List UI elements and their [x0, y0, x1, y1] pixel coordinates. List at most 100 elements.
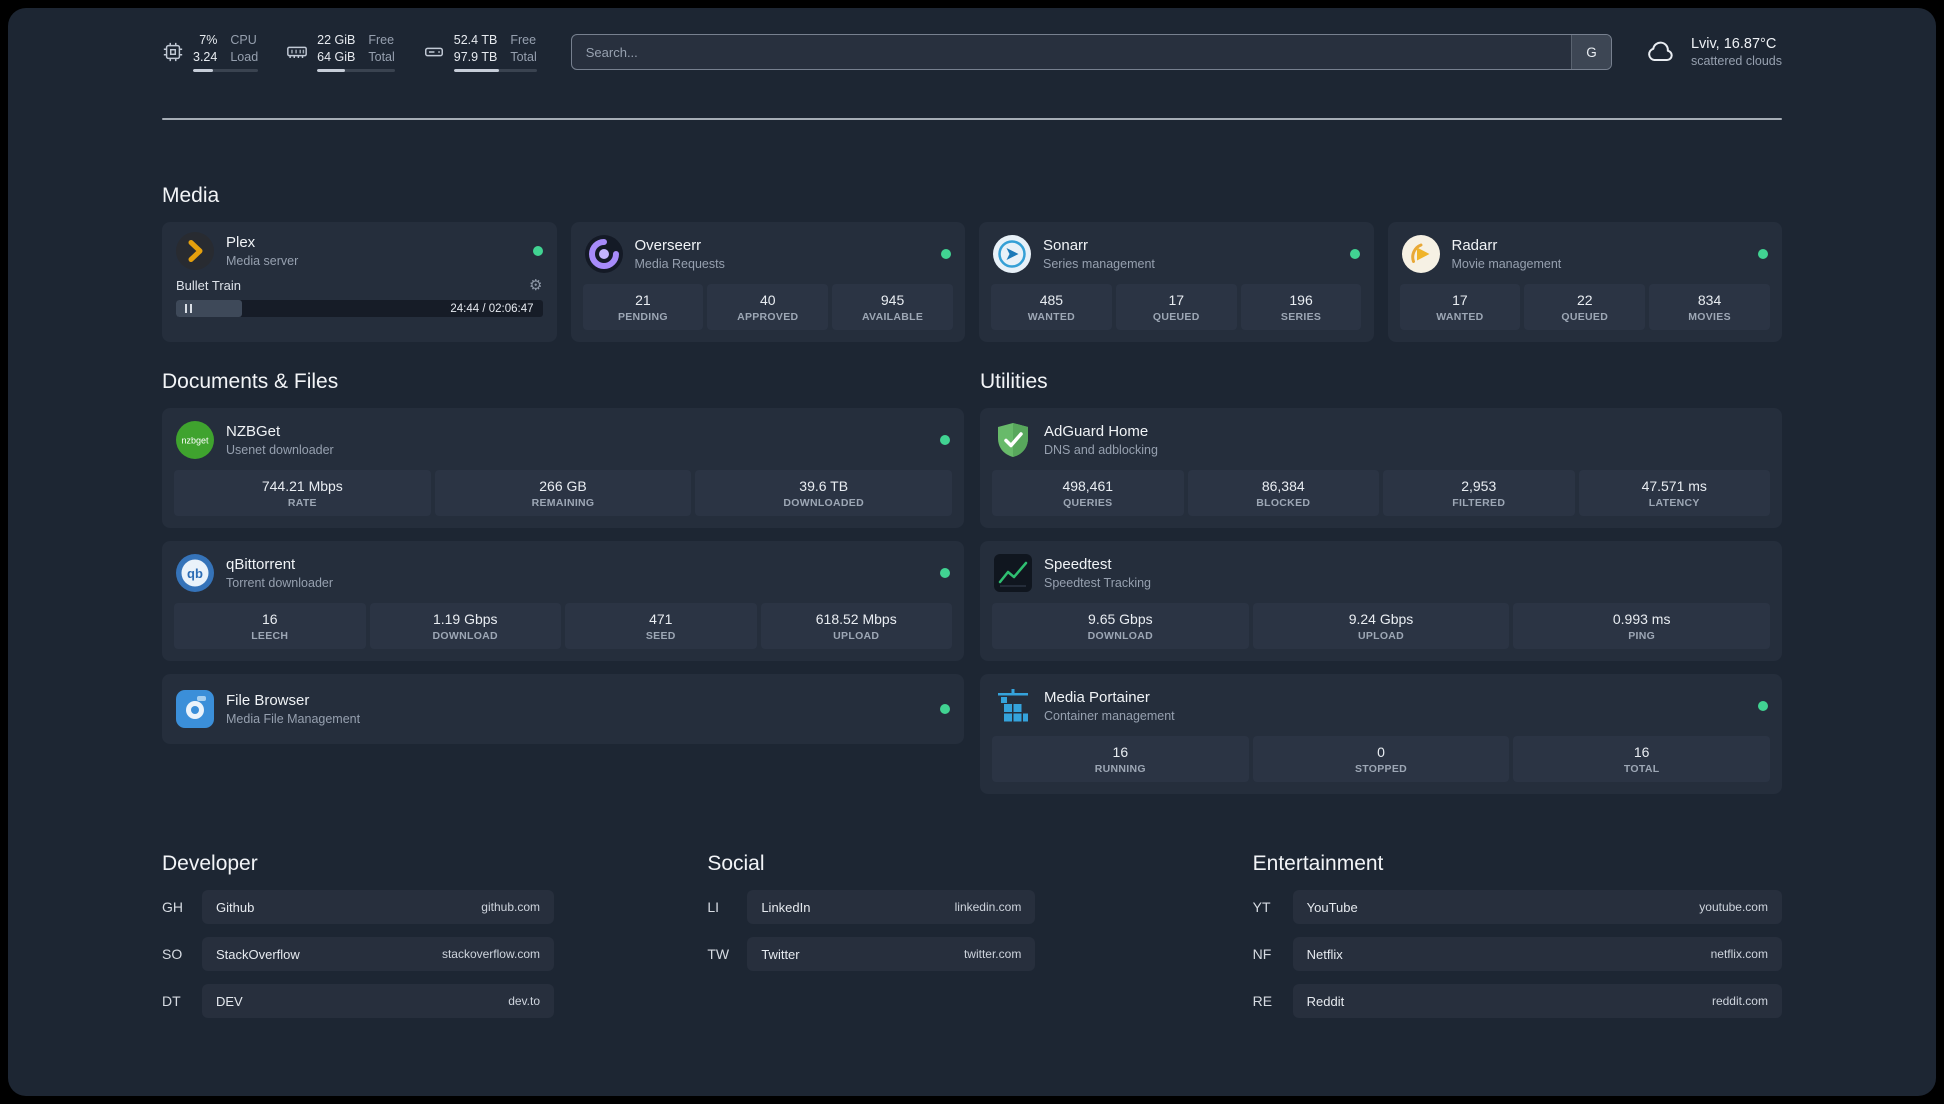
gear-icon[interactable]: ⚙ — [529, 278, 542, 293]
service-subtitle: Container management — [1044, 709, 1175, 723]
stat-download: 9.65 Gbps DOWNLOAD — [992, 603, 1249, 649]
service-name: File Browser — [226, 692, 310, 709]
search-provider-button[interactable]: G — [1570, 35, 1611, 69]
memory-total: 64 GiB — [317, 49, 356, 64]
service-name: Plex — [226, 234, 256, 251]
bookmark-youtube[interactable]: YouTube youtube.com — [1292, 890, 1782, 924]
service-card-qbittorrent[interactable]: qb qBittorrent Torrent downloader 16 LEE… — [162, 541, 964, 661]
bookmark-twitter[interactable]: Twitter twitter.com — [747, 937, 1036, 971]
stat-blocked: 86,384 BLOCKED — [1187, 470, 1379, 516]
stat-filtered: 2,953 FILTERED — [1383, 470, 1575, 516]
service-card-plex[interactable]: Plex Media server Bullet Train ⚙ 24:44 /… — [162, 222, 557, 342]
bookmark-github[interactable]: Github github.com — [202, 890, 554, 924]
section-title-social: Social — [707, 852, 765, 875]
service-name: qBittorrent — [226, 556, 296, 573]
resource-widgets: 7% 3.24 CPU Load 22 GiB 64 GiB Free Tota… — [162, 32, 537, 72]
stat-available: 945 AVAILABLE — [832, 284, 953, 330]
cpu-load: 3.24 — [193, 49, 218, 64]
bookmark-netflix[interactable]: Netflix netflix.com — [1292, 937, 1782, 971]
weather-condition: scattered clouds — [1690, 54, 1782, 68]
service-card-adguard[interactable]: AdGuard Home DNS and adblocking 498,461 … — [980, 408, 1782, 528]
service-card-filebrowser[interactable]: File Browser Media File Management — [162, 674, 964, 744]
status-dot — [1349, 249, 1360, 259]
cpu-label-top: CPU — [230, 33, 257, 48]
stat-leech: 16 LEECH — [174, 603, 366, 649]
stat-stopped: 0 STOPPED — [1252, 736, 1510, 782]
service-subtitle: Speedtest Tracking — [1044, 576, 1152, 590]
topbar-divider — [162, 118, 1782, 120]
bookmark-abbr: YT — [1252, 899, 1271, 915]
service-subtitle: Usenet downloader — [226, 443, 334, 457]
section-title-media: Media — [162, 184, 220, 207]
adguard-icon — [994, 421, 1032, 459]
weather-widget: Lviv, 16.87°C scattered clouds — [1642, 36, 1782, 68]
sonarr-icon — [993, 235, 1031, 273]
stat-wanted: 17 WANTED — [1399, 284, 1521, 330]
status-dot — [940, 435, 950, 445]
svg-text:nzbget: nzbget — [181, 436, 209, 446]
service-subtitle: Movie management — [1451, 257, 1562, 271]
service-subtitle: DNS and adblocking — [1044, 443, 1158, 457]
bookmark-abbr: RE — [1252, 993, 1273, 1009]
playback-time: 24:44 / 02:06:47 — [450, 302, 534, 315]
stat-seed: 471 SEED — [565, 603, 757, 649]
service-subtitle: Torrent downloader — [226, 576, 334, 590]
media-progress-bar[interactable]: 24:44 / 02:06:47 — [176, 300, 543, 317]
stat-series: 196 SERIES — [1240, 284, 1362, 330]
section-title-entertainment: Entertainment — [1252, 852, 1384, 875]
weather-location: Lviv, 16.87°C — [1690, 36, 1777, 52]
stat-movies: 834 MOVIES — [1649, 284, 1770, 330]
stat-ping: 0.993 ms PING — [1513, 603, 1771, 649]
svg-text:qb: qb — [187, 566, 203, 581]
stat-queries: 498,461 QUERIES — [992, 470, 1184, 516]
status-dot — [940, 568, 950, 578]
cpu-percent: 7% — [199, 33, 218, 48]
service-card-sonarr[interactable]: Sonarr Series management 485 WANTED 17 Q… — [979, 222, 1374, 342]
media-grid: Plex Media server Bullet Train ⚙ 24:44 /… — [162, 222, 1782, 342]
service-card-radarr[interactable]: Radarr Movie management 17 WANTED 22 QUE… — [1387, 222, 1782, 342]
stat-running: 16 RUNNING — [992, 736, 1249, 782]
status-dot — [1758, 249, 1768, 259]
bookmark-reddit[interactable]: Reddit reddit.com — [1292, 984, 1782, 1018]
service-name: Radarr — [1451, 237, 1498, 254]
stat-total: 16 TOTAL — [1513, 736, 1771, 782]
search-input[interactable] — [570, 34, 1612, 70]
service-subtitle: Media server — [226, 254, 299, 268]
service-card-nzbget[interactable]: nzbget NZBGet Usenet downloader 744.21 M… — [162, 408, 964, 528]
stat-wanted: 485 WANTED — [991, 284, 1112, 330]
stat-downloaded: 39.6 TB DOWNLOADED — [695, 470, 953, 516]
disk-total: 97.9 TB — [453, 49, 498, 64]
bookmark-abbr: GH — [162, 899, 183, 915]
bookmark-stackoverflow[interactable]: StackOverflow stackoverflow.com — [202, 937, 554, 971]
service-name: Speedtest — [1044, 556, 1112, 573]
memory-free: 22 GiB — [317, 33, 356, 48]
pause-icon[interactable] — [185, 304, 195, 313]
service-subtitle: Media Requests — [634, 257, 725, 271]
bookmark-abbr: DT — [162, 993, 181, 1009]
bookmark-linkedin[interactable]: LinkedIn linkedin.com — [747, 890, 1036, 924]
stat-queued: 22 QUEUED — [1524, 284, 1646, 330]
disk-free: 52.4 TB — [453, 33, 498, 48]
service-name: Overseerr — [634, 237, 702, 254]
bookmark-dev[interactable]: DEV dev.to — [202, 984, 554, 1018]
cpu-label-bottom: Load — [230, 49, 259, 64]
service-name: AdGuard Home — [1044, 423, 1149, 440]
bookmark-row: DT DEV dev.to — [162, 984, 691, 1018]
stat-queued: 17 QUEUED — [1115, 284, 1237, 330]
speedtest-icon — [994, 554, 1032, 592]
overseerr-icon — [584, 235, 623, 273]
bookmark-abbr: NF — [1252, 946, 1272, 962]
disk-widget: 52.4 TB 97.9 TB Free Total — [423, 32, 537, 72]
stat-upload: 618.52 Mbps UPLOAD — [760, 603, 952, 649]
status-dot — [941, 249, 951, 259]
service-name: Media Portainer — [1044, 689, 1150, 706]
service-subtitle: Series management — [1043, 257, 1155, 271]
stat-rate: 744.21 Mbps RATE — [174, 470, 431, 516]
bookmark-abbr: LI — [707, 899, 720, 915]
service-card-speedtest[interactable]: Speedtest Speedtest Tracking 9.65 Gbps D… — [980, 541, 1782, 661]
bookmark-row: TW Twitter twitter.com — [707, 937, 1236, 971]
bookmark-row: YT YouTube youtube.com — [1253, 890, 1782, 924]
disk-label-top: Free — [510, 33, 537, 48]
service-card-portainer[interactable]: Media Portainer Container management 16 … — [980, 674, 1782, 794]
service-card-overseerr[interactable]: Overseerr Media Requests 21 PENDING 40 A… — [570, 222, 965, 342]
